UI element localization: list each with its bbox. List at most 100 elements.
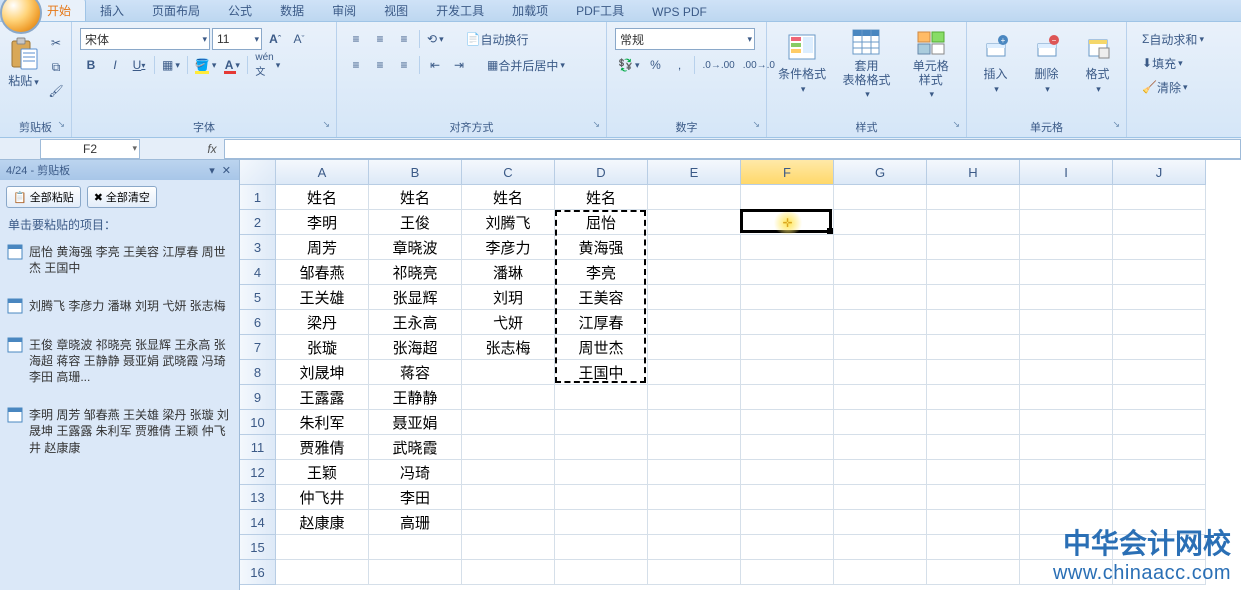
- cell[interactable]: [927, 485, 1020, 510]
- name-box[interactable]: F2: [40, 139, 140, 159]
- cell[interactable]: [1020, 435, 1113, 460]
- cell[interactable]: 贾雅倩: [276, 435, 369, 460]
- cell[interactable]: [927, 410, 1020, 435]
- cell[interactable]: [1113, 360, 1206, 385]
- cell[interactable]: 姓名: [555, 185, 648, 210]
- cell[interactable]: [927, 210, 1020, 235]
- cell[interactable]: [1020, 310, 1113, 335]
- phonetic-button[interactable]: wén文: [252, 54, 283, 76]
- format-painter-button[interactable]: 🖌: [45, 80, 67, 102]
- cell[interactable]: 王国中: [555, 360, 648, 385]
- row-header[interactable]: 12: [240, 460, 276, 485]
- cell[interactable]: [1020, 260, 1113, 285]
- align-bottom-button[interactable]: ≡: [393, 28, 415, 50]
- tab-6[interactable]: 视图: [370, 0, 422, 21]
- grow-font-button[interactable]: Aˆ: [264, 28, 286, 50]
- cell[interactable]: 梁丹: [276, 310, 369, 335]
- cell[interactable]: [648, 185, 741, 210]
- increase-indent-button[interactable]: ⇥: [448, 54, 470, 76]
- col-header[interactable]: A: [276, 160, 369, 185]
- cell[interactable]: 祁晓亮: [369, 260, 462, 285]
- cell[interactable]: [834, 560, 927, 585]
- cell[interactable]: [369, 560, 462, 585]
- tab-3[interactable]: 公式: [214, 0, 266, 21]
- cell[interactable]: [648, 435, 741, 460]
- cell[interactable]: [927, 385, 1020, 410]
- cell[interactable]: 李彦力: [462, 235, 555, 260]
- cell[interactable]: 刘玥: [462, 285, 555, 310]
- cell[interactable]: [927, 460, 1020, 485]
- row-header[interactable]: 5: [240, 285, 276, 310]
- cell[interactable]: [1113, 310, 1206, 335]
- delete-cells-button[interactable]: −删除: [1022, 26, 1071, 100]
- cell[interactable]: [927, 360, 1020, 385]
- col-header[interactable]: H: [927, 160, 1020, 185]
- underline-button[interactable]: U▾: [128, 54, 150, 76]
- cell[interactable]: 冯琦: [369, 460, 462, 485]
- cell[interactable]: [1113, 335, 1206, 360]
- select-all-corner[interactable]: [240, 160, 276, 185]
- cell[interactable]: 王关雄: [276, 285, 369, 310]
- cell[interactable]: [1113, 485, 1206, 510]
- pane-dropdown[interactable]: ▾: [209, 165, 217, 177]
- cell[interactable]: [741, 510, 834, 535]
- clear-all-button[interactable]: ✖全部清空: [87, 186, 157, 208]
- cell[interactable]: [1020, 285, 1113, 310]
- cell[interactable]: [555, 485, 648, 510]
- col-header[interactable]: D: [555, 160, 648, 185]
- cell[interactable]: [555, 560, 648, 585]
- decrease-indent-button[interactable]: ⇤: [424, 54, 446, 76]
- cell[interactable]: [1113, 385, 1206, 410]
- col-header[interactable]: E: [648, 160, 741, 185]
- cell[interactable]: 姓名: [462, 185, 555, 210]
- cell[interactable]: [741, 535, 834, 560]
- cell[interactable]: 姓名: [276, 185, 369, 210]
- insert-cells-button[interactable]: +插入: [971, 26, 1020, 100]
- cell[interactable]: [462, 560, 555, 585]
- cell[interactable]: [927, 560, 1020, 585]
- row-header[interactable]: 9: [240, 385, 276, 410]
- cell[interactable]: [741, 560, 834, 585]
- pane-close[interactable]: ✕: [222, 165, 233, 177]
- row-header[interactable]: 6: [240, 310, 276, 335]
- cell[interactable]: [927, 335, 1020, 360]
- font-color-button[interactable]: A: [221, 54, 243, 76]
- accounting-format-button[interactable]: 💱: [615, 54, 642, 76]
- cell[interactable]: [648, 510, 741, 535]
- cell[interactable]: [834, 385, 927, 410]
- font-name-select[interactable]: 宋体: [80, 28, 210, 50]
- cell[interactable]: [369, 535, 462, 560]
- fill-button[interactable]: ⬇ 填充: [1137, 52, 1188, 74]
- cell[interactable]: [834, 310, 927, 335]
- cell[interactable]: 武晓霞: [369, 435, 462, 460]
- cell[interactable]: [1020, 460, 1113, 485]
- cell[interactable]: [1113, 510, 1206, 535]
- cell[interactable]: [834, 435, 927, 460]
- tab-2[interactable]: 页面布局: [138, 0, 214, 21]
- cell[interactable]: 周芳: [276, 235, 369, 260]
- cell[interactable]: [1020, 485, 1113, 510]
- row-header[interactable]: 16: [240, 560, 276, 585]
- autosum-button[interactable]: Σ 自动求和: [1137, 28, 1209, 50]
- align-top-button[interactable]: ≡: [345, 28, 367, 50]
- row-header[interactable]: 4: [240, 260, 276, 285]
- cell[interactable]: [648, 460, 741, 485]
- cell[interactable]: [1020, 210, 1113, 235]
- cell[interactable]: [927, 235, 1020, 260]
- format-as-table-button[interactable]: 套用 表格格式: [841, 26, 891, 100]
- cell[interactable]: 张显辉: [369, 285, 462, 310]
- cell[interactable]: 王颖: [276, 460, 369, 485]
- tab-10[interactable]: WPS PDF: [638, 2, 721, 21]
- shrink-font-button[interactable]: Aˇ: [288, 28, 310, 50]
- row-header[interactable]: 13: [240, 485, 276, 510]
- align-center-button[interactable]: ≡: [369, 54, 391, 76]
- cell[interactable]: [741, 460, 834, 485]
- cell[interactable]: [1113, 560, 1206, 585]
- clipboard-item[interactable]: 王俊 章晓波 祁晓亮 张显辉 王永高 张海超 蒋容 王静静 聂亚娟 武晓霞 冯琦…: [2, 330, 235, 393]
- cell[interactable]: [555, 385, 648, 410]
- cell[interactable]: [927, 435, 1020, 460]
- tab-7[interactable]: 开发工具: [422, 0, 498, 21]
- cell[interactable]: [648, 235, 741, 260]
- cell[interactable]: [555, 460, 648, 485]
- cell[interactable]: [276, 535, 369, 560]
